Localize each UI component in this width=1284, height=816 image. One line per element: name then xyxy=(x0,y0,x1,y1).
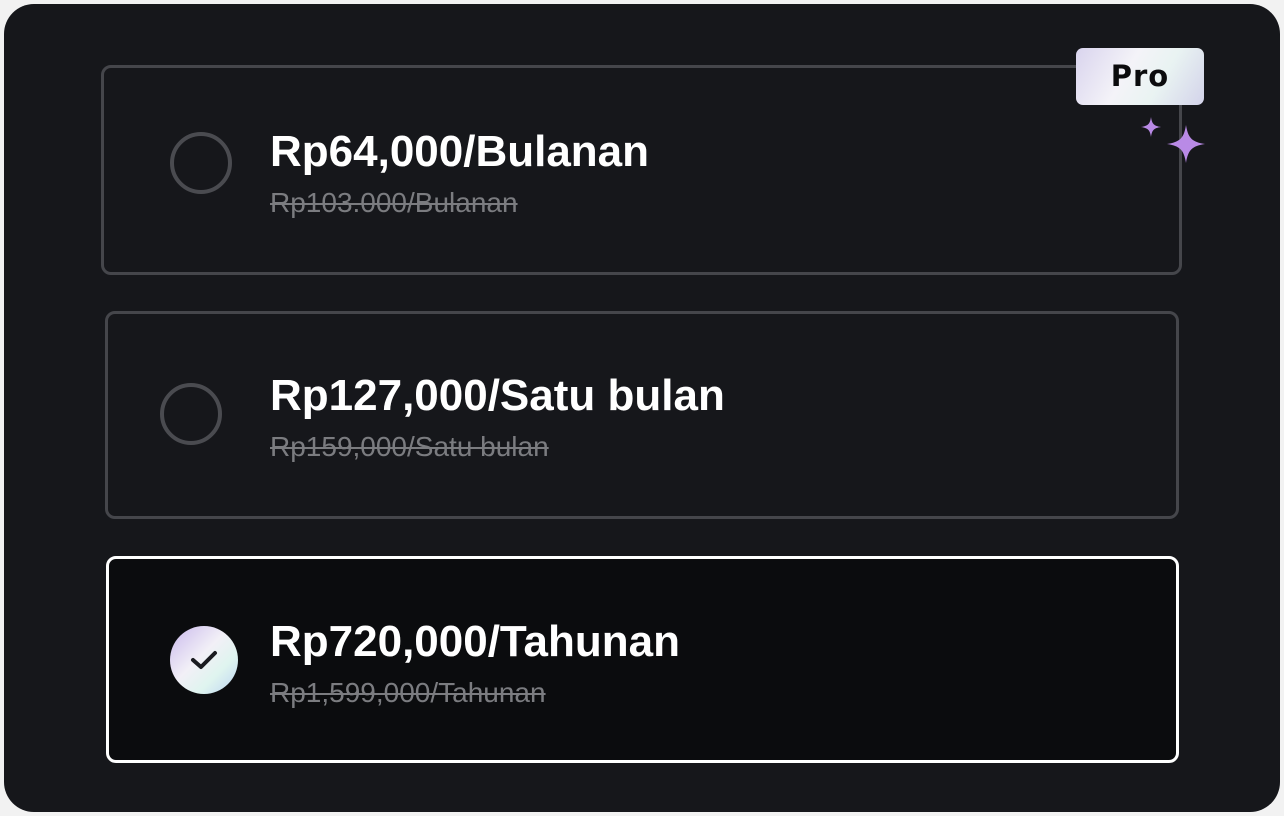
sparkle-icon xyxy=(1167,125,1205,163)
check-icon xyxy=(191,651,217,669)
subscription-plan-panel: Rp64,000/Bulanan Rp103.000/Bulanan Rp127… xyxy=(4,4,1280,812)
plan-option-one-month[interactable]: Rp127,000/Satu bulan Rp159,000/Satu bula… xyxy=(105,311,1179,519)
radio-button-unselected[interactable] xyxy=(170,132,232,194)
plan-original-price: Rp1,599,000/Tahunan xyxy=(270,677,546,708)
plan-option-yearly[interactable]: Rp720,000/Tahunan Rp1,599,000/Tahunan xyxy=(106,556,1179,763)
plan-price: Rp127,000/Satu bulan xyxy=(270,371,725,420)
sparkle-icon xyxy=(1141,117,1161,137)
plan-option-monthly[interactable]: Rp64,000/Bulanan Rp103.000/Bulanan xyxy=(101,65,1182,275)
plan-original-price: Rp159,000/Satu bulan xyxy=(270,431,549,462)
pro-badge: Pro xyxy=(1076,48,1204,105)
radio-button-selected[interactable] xyxy=(170,626,238,694)
plan-original-price: Rp103.000/Bulanan xyxy=(270,187,518,218)
plan-price: Rp720,000/Tahunan xyxy=(270,617,680,666)
radio-button-unselected[interactable] xyxy=(160,383,222,445)
plan-price: Rp64,000/Bulanan xyxy=(270,127,650,176)
